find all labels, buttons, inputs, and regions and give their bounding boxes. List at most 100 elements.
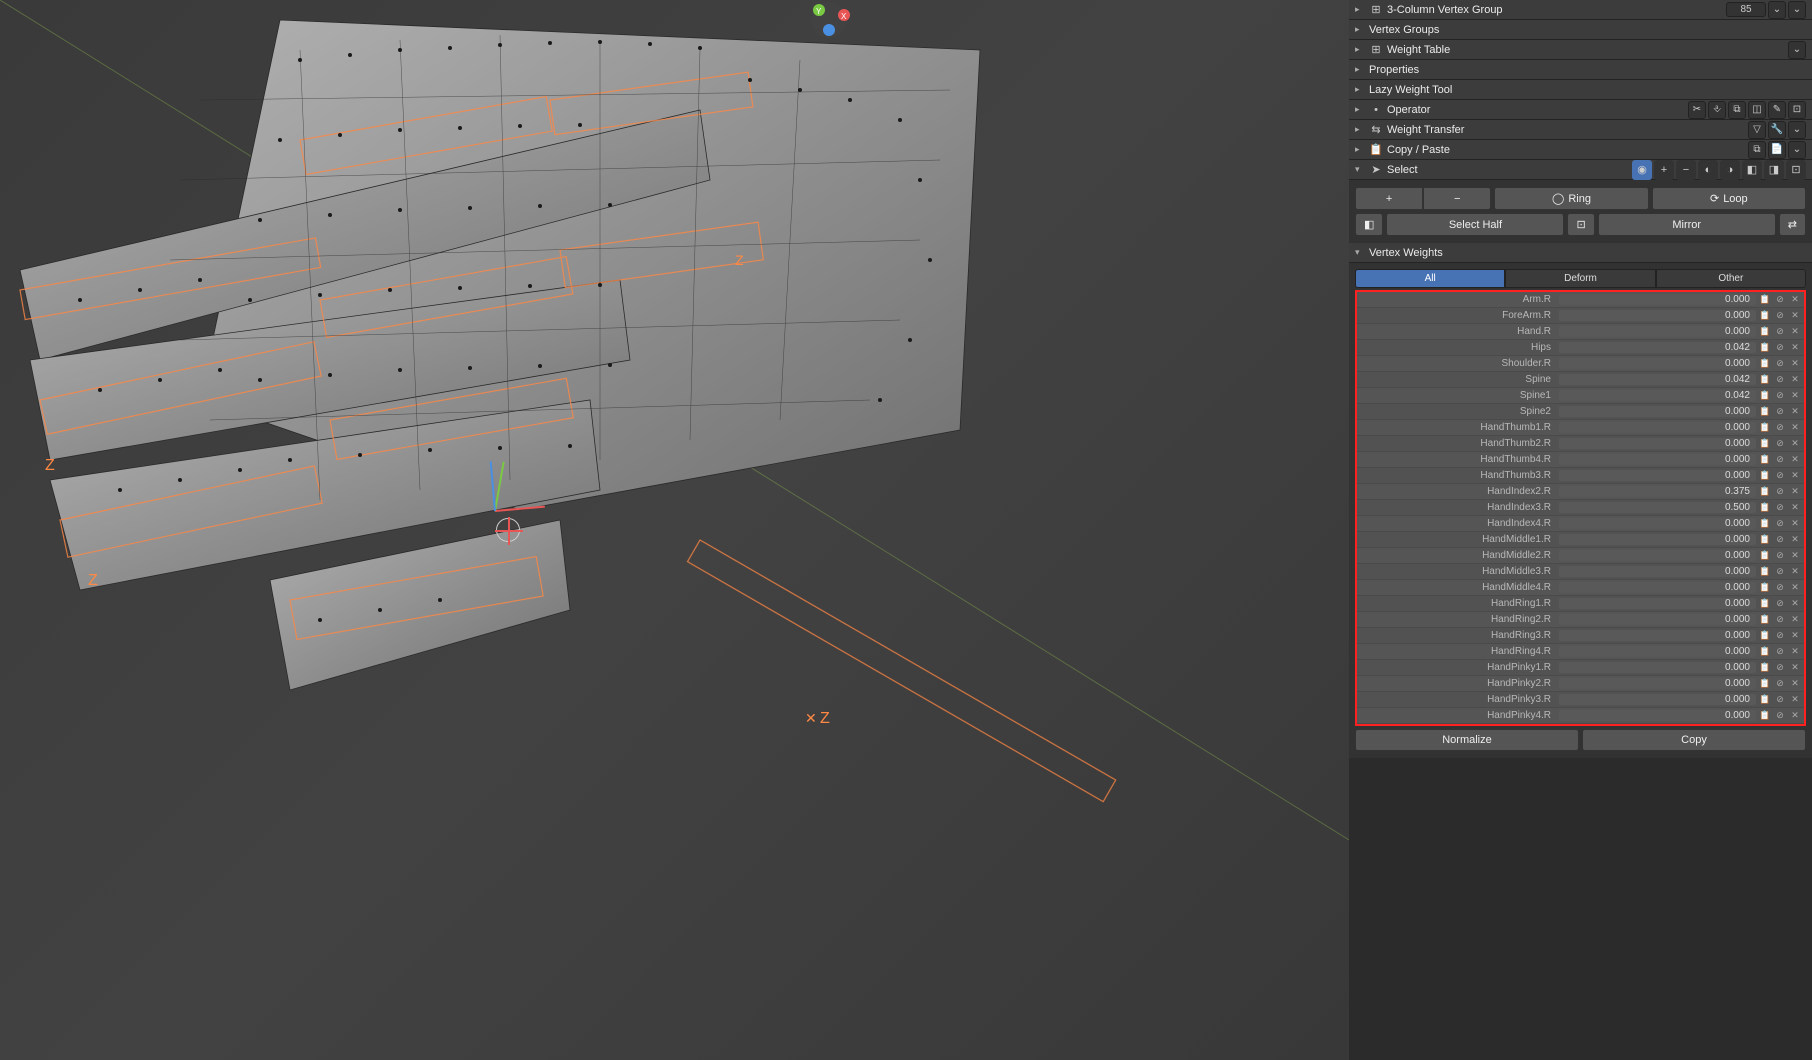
select-add-icon[interactable]: + bbox=[1654, 160, 1674, 180]
normalize-button[interactable]: Normalize bbox=[1355, 729, 1579, 751]
remove-weight-icon[interactable]: ✕ bbox=[1788, 645, 1802, 659]
lock-weight-icon[interactable]: ⊘ bbox=[1773, 293, 1787, 307]
lock-weight-icon[interactable]: ⊘ bbox=[1773, 373, 1787, 387]
loop-select-button[interactable]: ⟳Loop bbox=[1652, 187, 1806, 210]
remove-weight-icon[interactable]: ✕ bbox=[1788, 357, 1802, 371]
paste-weight-icon[interactable]: 📋 bbox=[1758, 597, 1772, 611]
paste-weight-icon[interactable]: 📋 bbox=[1758, 693, 1772, 707]
weight-value-field[interactable]: 0.042 bbox=[1559, 390, 1756, 401]
paste-weight-icon[interactable]: 📋 bbox=[1758, 469, 1772, 483]
remove-weight-icon[interactable]: ✕ bbox=[1788, 325, 1802, 339]
remove-weight-icon[interactable]: ✕ bbox=[1788, 501, 1802, 515]
remove-weight-icon[interactable]: ✕ bbox=[1788, 629, 1802, 643]
panel-3column-vertex-group[interactable]: ▸ ⊞ 3-Column Vertex Group 85 ⌄ ⌄ bbox=[1349, 0, 1812, 20]
panel-lazy-weight-tool[interactable]: ▸ Lazy Weight Tool bbox=[1349, 80, 1812, 100]
lock-weight-icon[interactable]: ⊘ bbox=[1773, 661, 1787, 675]
lock-weight-icon[interactable]: ⊘ bbox=[1773, 437, 1787, 451]
weight-value-field[interactable]: 0.000 bbox=[1559, 710, 1756, 721]
paste-weight-icon[interactable]: 📋 bbox=[1758, 389, 1772, 403]
panel-properties[interactable]: ▸ Properties bbox=[1349, 60, 1812, 80]
lock-weight-icon[interactable]: ⊘ bbox=[1773, 517, 1787, 531]
paste-weight-icon[interactable]: 📋 bbox=[1758, 677, 1772, 691]
weight-value-field[interactable]: 0.000 bbox=[1559, 534, 1756, 545]
tab-deform[interactable]: Deform bbox=[1505, 269, 1655, 288]
vertex-group-count[interactable]: 85 bbox=[1726, 2, 1766, 17]
select-tool-6[interactable]: ◧ bbox=[1742, 160, 1762, 180]
tool-icon[interactable]: ⊡ bbox=[1788, 101, 1806, 119]
tool-icon[interactable]: ◫ bbox=[1748, 101, 1766, 119]
remove-weight-icon[interactable]: ✕ bbox=[1788, 405, 1802, 419]
remove-weight-icon[interactable]: ✕ bbox=[1788, 437, 1802, 451]
lock-weight-icon[interactable]: ⊘ bbox=[1773, 645, 1787, 659]
select-tool-7[interactable]: ◨ bbox=[1764, 160, 1784, 180]
tool-icon[interactable]: ▽ bbox=[1748, 121, 1766, 139]
navigation-gizmo[interactable]: X Y bbox=[789, 0, 869, 60]
options-icon[interactable]: ⌄ bbox=[1788, 141, 1806, 159]
weight-value-field[interactable]: 0.000 bbox=[1559, 598, 1756, 609]
lock-weight-icon[interactable]: ⊘ bbox=[1773, 469, 1787, 483]
paste-weight-icon[interactable]: 📋 bbox=[1758, 709, 1772, 723]
lock-weight-icon[interactable]: ⊘ bbox=[1773, 693, 1787, 707]
paste-weight-icon[interactable]: 📋 bbox=[1758, 661, 1772, 675]
weight-value-field[interactable]: 0.000 bbox=[1559, 614, 1756, 625]
remove-weight-icon[interactable]: ✕ bbox=[1788, 565, 1802, 579]
shrink-selection-button[interactable]: − bbox=[1423, 187, 1491, 210]
remove-weight-icon[interactable]: ✕ bbox=[1788, 309, 1802, 323]
paste-weight-icon[interactable]: 📋 bbox=[1758, 629, 1772, 643]
weight-value-field[interactable]: 0.000 bbox=[1559, 310, 1756, 321]
lock-weight-icon[interactable]: ⊘ bbox=[1773, 677, 1787, 691]
tool-icon[interactable]: ✂ bbox=[1688, 101, 1706, 119]
weight-value-field[interactable]: 0.000 bbox=[1559, 582, 1756, 593]
select-tool-4[interactable]: ◐ bbox=[1698, 160, 1718, 180]
panel-select[interactable]: ▾ ➤ Select ◉ + − ◐ ◑ ◧ ◨ ⊡ bbox=[1349, 160, 1812, 180]
lock-weight-icon[interactable]: ⊘ bbox=[1773, 453, 1787, 467]
lock-weight-icon[interactable]: ⊘ bbox=[1773, 533, 1787, 547]
options-icon[interactable]: ⌄ bbox=[1788, 121, 1806, 139]
select-subtract-icon[interactable]: − bbox=[1676, 160, 1696, 180]
remove-weight-icon[interactable]: ✕ bbox=[1788, 293, 1802, 307]
weight-value-field[interactable]: 0.000 bbox=[1559, 438, 1756, 449]
dropdown-icon[interactable]: ⌄ bbox=[1768, 1, 1786, 19]
tool-icon[interactable]: ⎀ bbox=[1708, 101, 1726, 119]
paste-weight-icon[interactable]: 📋 bbox=[1758, 421, 1772, 435]
weight-value-field[interactable]: 0.375 bbox=[1559, 486, 1756, 497]
remove-weight-icon[interactable]: ✕ bbox=[1788, 517, 1802, 531]
lock-weight-icon[interactable]: ⊘ bbox=[1773, 485, 1787, 499]
lock-weight-icon[interactable]: ⊘ bbox=[1773, 629, 1787, 643]
remove-weight-icon[interactable]: ✕ bbox=[1788, 693, 1802, 707]
copy-icon[interactable]: ⧉ bbox=[1748, 141, 1766, 159]
lock-weight-icon[interactable]: ⊘ bbox=[1773, 597, 1787, 611]
select-half-variant-button[interactable]: ⊡ bbox=[1567, 213, 1594, 236]
paste-weight-icon[interactable]: 📋 bbox=[1758, 517, 1772, 531]
panel-copy-paste[interactable]: ▸ 📋 Copy / Paste ⧉ 📄 ⌄ bbox=[1349, 140, 1812, 160]
paste-weight-icon[interactable]: 📋 bbox=[1758, 501, 1772, 515]
select-half-button[interactable]: Select Half bbox=[1386, 213, 1564, 236]
tab-all[interactable]: All bbox=[1355, 269, 1505, 288]
weight-value-field[interactable]: 0.000 bbox=[1559, 662, 1756, 673]
panel-weight-table[interactable]: ▸ ⊞ Weight Table ⌄ bbox=[1349, 40, 1812, 60]
weight-value-field[interactable]: 0.000 bbox=[1559, 566, 1756, 577]
remove-weight-icon[interactable]: ✕ bbox=[1788, 389, 1802, 403]
mirror-button[interactable]: Mirror bbox=[1598, 213, 1776, 236]
paste-weight-icon[interactable]: 📋 bbox=[1758, 357, 1772, 371]
lock-weight-icon[interactable]: ⊘ bbox=[1773, 565, 1787, 579]
grow-selection-button[interactable]: + bbox=[1355, 187, 1423, 210]
lock-weight-icon[interactable]: ⊘ bbox=[1773, 501, 1787, 515]
weight-value-field[interactable]: 0.000 bbox=[1559, 454, 1756, 465]
lock-weight-icon[interactable]: ⊘ bbox=[1773, 405, 1787, 419]
lock-weight-icon[interactable]: ⊘ bbox=[1773, 581, 1787, 595]
lock-weight-icon[interactable]: ⊘ bbox=[1773, 325, 1787, 339]
weight-value-field[interactable]: 0.000 bbox=[1559, 406, 1756, 417]
weight-value-field[interactable]: 0.000 bbox=[1559, 630, 1756, 641]
weight-value-field[interactable]: 0.500 bbox=[1559, 502, 1756, 513]
remove-weight-icon[interactable]: ✕ bbox=[1788, 341, 1802, 355]
remove-weight-icon[interactable]: ✕ bbox=[1788, 421, 1802, 435]
weight-value-field[interactable]: 0.000 bbox=[1559, 294, 1756, 305]
paste-weight-icon[interactable]: 📋 bbox=[1758, 533, 1772, 547]
paste-icon[interactable]: 📄 bbox=[1768, 141, 1786, 159]
lock-weight-icon[interactable]: ⊘ bbox=[1773, 309, 1787, 323]
paste-weight-icon[interactable]: 📋 bbox=[1758, 549, 1772, 563]
lock-weight-icon[interactable]: ⊘ bbox=[1773, 549, 1787, 563]
weight-value-field[interactable]: 0.000 bbox=[1559, 694, 1756, 705]
weight-value-field[interactable]: 0.000 bbox=[1559, 470, 1756, 481]
